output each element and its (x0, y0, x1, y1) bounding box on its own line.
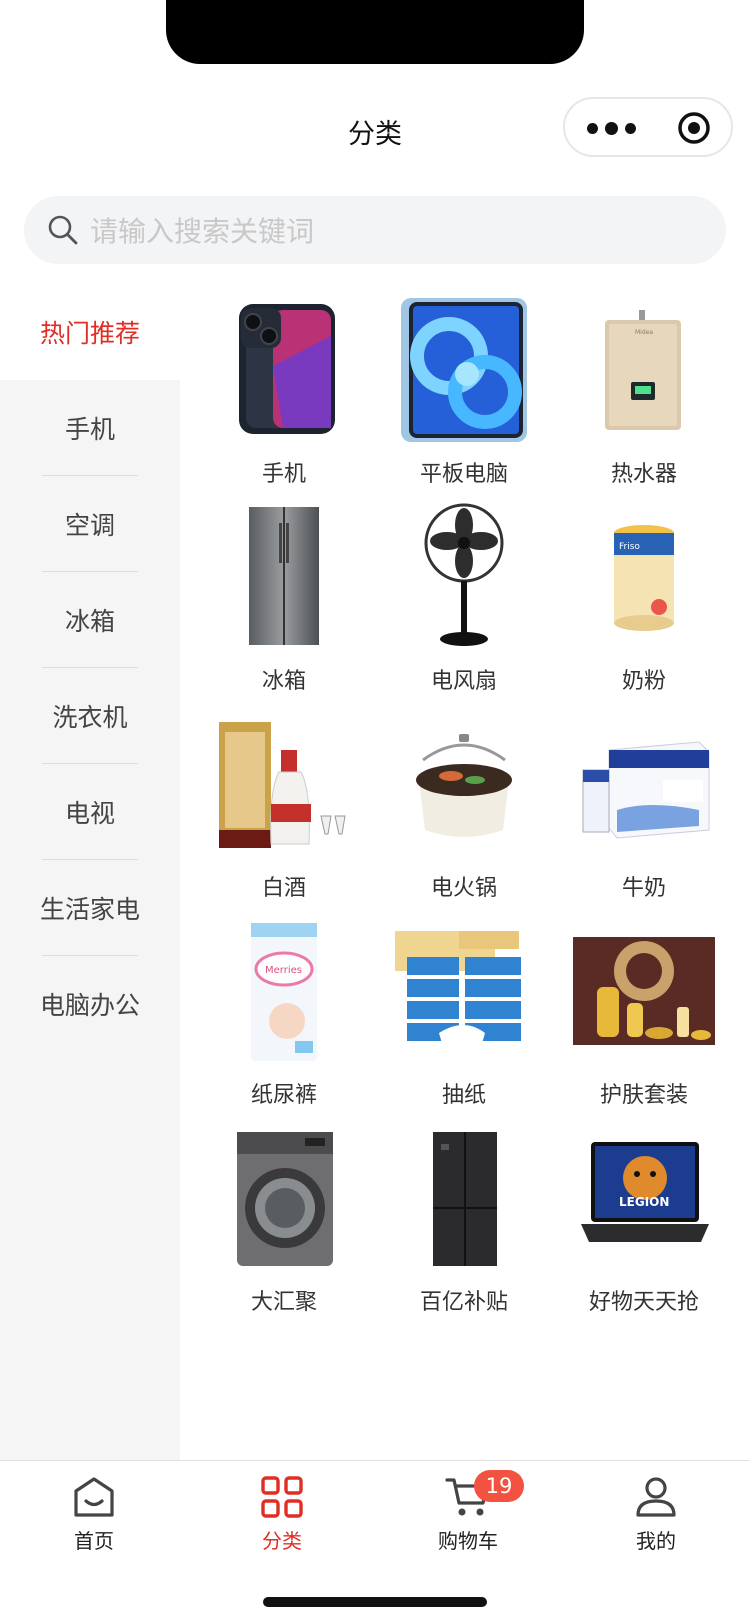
sidebar-item-tv[interactable]: 电视 (0, 764, 180, 860)
diaper-image: Merries (209, 917, 359, 1067)
liquor-image (209, 710, 359, 860)
svg-text:Friso: Friso (619, 542, 640, 552)
tab-mine[interactable]: 我的 (596, 1475, 716, 1555)
product-category-grid: 手机 平板电脑 Midea 热水器 冰箱 电风扇 Friso 奶粉 白酒 电火锅… (194, 296, 734, 1331)
sidebar-item-label: 冰箱 (64, 607, 115, 636)
fridge-dark-image (389, 1124, 539, 1274)
sidebar-item-fridge[interactable]: 冰箱 (0, 572, 180, 668)
sidebar-item-phone[interactable]: 手机 (0, 380, 180, 476)
home-icon (74, 1477, 114, 1517)
category-cell-daily-deals[interactable]: LEGION 好物天天抢 (554, 1124, 734, 1331)
washing-machine-image (209, 1124, 359, 1274)
sidebar-item-washer[interactable]: 洗衣机 (0, 668, 180, 764)
tab-label: 首页 (74, 1529, 114, 1553)
category-cell-water-heater[interactable]: Midea 热水器 (554, 296, 734, 503)
milk-powder-image: Friso (569, 503, 719, 653)
category-label: 手机 (261, 462, 306, 487)
tissue-image (389, 917, 539, 1067)
user-icon (636, 1477, 676, 1517)
tablet-image (389, 296, 539, 446)
category-cell-milk[interactable]: 牛奶 (554, 710, 734, 917)
category-cell-milk-powder[interactable]: Friso 奶粉 (554, 503, 734, 710)
svg-text:LEGION: LEGION (619, 1195, 669, 1209)
category-sidebar: 热门推荐 手机 空调 冰箱 洗衣机 电视 生活家电 电脑办公 (0, 284, 180, 1460)
sidebar-item-label: 热门推荐 (39, 319, 140, 348)
category-icon (261, 1476, 303, 1518)
tab-label: 购物车 (438, 1529, 498, 1553)
phone-image (209, 296, 359, 446)
category-label: 平板电脑 (419, 462, 508, 487)
category-label: 热水器 (610, 462, 677, 487)
water-heater-image: Midea (569, 296, 719, 446)
sidebar-item-label: 手机 (64, 415, 115, 444)
category-cell-hotpot[interactable]: 电火锅 (374, 710, 554, 917)
category-cell-fridge[interactable]: 冰箱 (194, 503, 374, 710)
home-indicator (263, 1597, 487, 1607)
sidebar-item-air-conditioner[interactable]: 空调 (0, 476, 180, 572)
phone-screen: 分类 热门推荐 手机 空调 冰箱 洗衣机 电视 生活家电 电脑办公 (0, 0, 750, 1623)
device-notch (166, 0, 584, 64)
tab-home[interactable]: 首页 (34, 1475, 154, 1555)
category-cell-fan[interactable]: 电风扇 (374, 503, 554, 710)
sidebar-item-home-appliance[interactable]: 生活家电 (0, 860, 180, 956)
category-cell-liquor[interactable]: 白酒 (194, 710, 374, 917)
category-label: 白酒 (261, 876, 306, 901)
sidebar-item-label: 电脑办公 (39, 991, 140, 1020)
category-cell-big-gather[interactable]: 大汇聚 (194, 1124, 374, 1331)
category-label: 电风扇 (430, 669, 497, 694)
milk-box-image (569, 710, 719, 860)
sidebar-item-computer[interactable]: 电脑办公 (0, 956, 180, 1052)
search-bar[interactable] (24, 196, 726, 266)
sidebar-item-label: 空调 (64, 511, 115, 540)
category-label: 护肤套装 (599, 1083, 688, 1108)
category-cell-tissue[interactable]: 抽纸 (374, 917, 554, 1124)
sidebar-item-hot[interactable]: 热门推荐 (0, 284, 180, 380)
svg-text:Midea: Midea (635, 329, 653, 336)
category-label: 纸尿裤 (250, 1083, 317, 1108)
category-cell-skincare[interactable]: 护肤套装 (554, 917, 734, 1124)
mini-program-capsule (563, 97, 733, 157)
category-label: 抽纸 (441, 1083, 486, 1108)
category-label: 好物天天抢 (588, 1290, 699, 1315)
category-label: 百亿补贴 (419, 1290, 508, 1315)
hotpot-image (389, 710, 539, 860)
category-label: 牛奶 (621, 876, 666, 901)
close-target-icon[interactable] (677, 111, 711, 145)
tab-label: 我的 (636, 1529, 676, 1553)
category-cell-phone[interactable]: 手机 (194, 296, 374, 503)
search-input[interactable] (88, 196, 692, 266)
more-icon[interactable] (587, 117, 657, 139)
search-icon (48, 215, 78, 245)
refrigerator-image (209, 503, 359, 653)
category-label: 冰箱 (261, 669, 306, 694)
laptop-image: LEGION (569, 1124, 719, 1274)
category-cell-tablet[interactable]: 平板电脑 (374, 296, 554, 503)
category-label: 大汇聚 (250, 1290, 317, 1315)
category-label: 奶粉 (621, 669, 666, 694)
category-label: 电火锅 (430, 876, 497, 901)
category-cell-subsidy[interactable]: 百亿补贴 (374, 1124, 554, 1331)
sidebar-item-label: 电视 (64, 799, 115, 828)
svg-text:Merries: Merries (265, 965, 302, 976)
tab-label: 分类 (262, 1529, 302, 1553)
cart-count-badge: 19 (474, 1470, 524, 1502)
skincare-image (569, 917, 719, 1067)
sidebar-item-label: 生活家电 (39, 895, 140, 924)
sidebar-item-label: 洗衣机 (52, 703, 128, 732)
fan-image (389, 503, 539, 653)
category-cell-diaper[interactable]: Merries 纸尿裤 (194, 917, 374, 1124)
tab-category[interactable]: 分类 (222, 1475, 342, 1555)
